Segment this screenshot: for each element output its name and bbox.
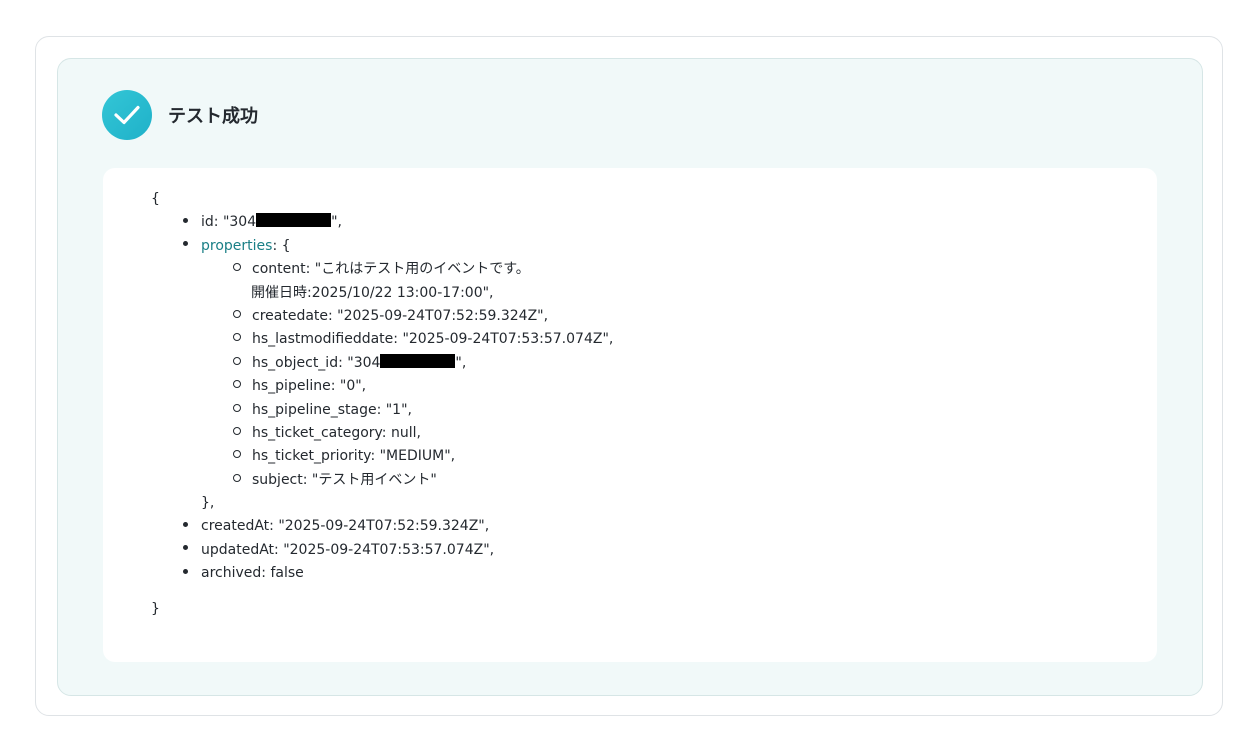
properties-open: : { (272, 237, 291, 254)
properties-toggle-link[interactable]: properties (201, 238, 272, 254)
properties-close: }, (201, 495, 215, 512)
test-result-panel: テスト成功 { id: "304 ", properties: { content… (57, 58, 1203, 696)
json-prop-subject: subject: "テスト用イベント" (151, 469, 613, 492)
json-output-card: { id: "304 ", properties: { content: "これは… (103, 168, 1157, 662)
json-prop-lastmodified: hs_lastmodifieddate: "2025-09-24T07:53:5… (151, 328, 613, 351)
json-prop-ticket-category: hs_ticket_category: null, (151, 422, 613, 445)
json-item-archived: archived: false (151, 562, 613, 585)
json-prop-pipeline: hs_pipeline: "0", (151, 375, 613, 398)
json-viewer: { id: "304 ", properties: { content: "これは… (151, 188, 613, 621)
json-item-id: id: "304 ", (151, 211, 613, 234)
result-header: テスト成功 (102, 90, 258, 140)
json-id-suffix: ", (331, 214, 342, 231)
json-prop-createdate: createdate: "2025-09-24T07:52:59.324Z", (151, 305, 613, 328)
result-container: テスト成功 { id: "304 ", properties: { content… (35, 36, 1223, 716)
checkmark-glyph (114, 105, 140, 125)
json-prop-ticket-priority: hs_ticket_priority: "MEDIUM", (151, 445, 613, 468)
check-circle-icon (102, 90, 152, 140)
result-title: テスト成功 (168, 106, 258, 127)
object-id-prefix: hs_object_id: "304 (252, 354, 381, 371)
json-close-brace: } (151, 600, 160, 617)
json-prop-content: content: "これはテスト用のイベントです。 (151, 258, 613, 281)
json-prop-object-id: hs_object_id: "304 ", (151, 352, 613, 375)
json-item-updatedat: updatedAt: "2025-09-24T07:53:57.074Z", (151, 539, 613, 562)
json-open-brace: { (151, 191, 160, 207)
redacted-block (380, 353, 456, 368)
json-item-properties: properties: { (151, 235, 613, 258)
json-prop-content-cont: 開催日時:2025/10/22 13:00-17:00", (251, 284, 494, 301)
json-id-prefix: id: "304 (201, 214, 257, 231)
object-id-suffix: ", (455, 354, 467, 371)
redacted-block (256, 213, 332, 228)
json-item-createdat: createdAt: "2025-09-24T07:52:59.324Z", (151, 515, 613, 538)
json-prop-pipeline-stage: hs_pipeline_stage: "1", (151, 399, 613, 422)
